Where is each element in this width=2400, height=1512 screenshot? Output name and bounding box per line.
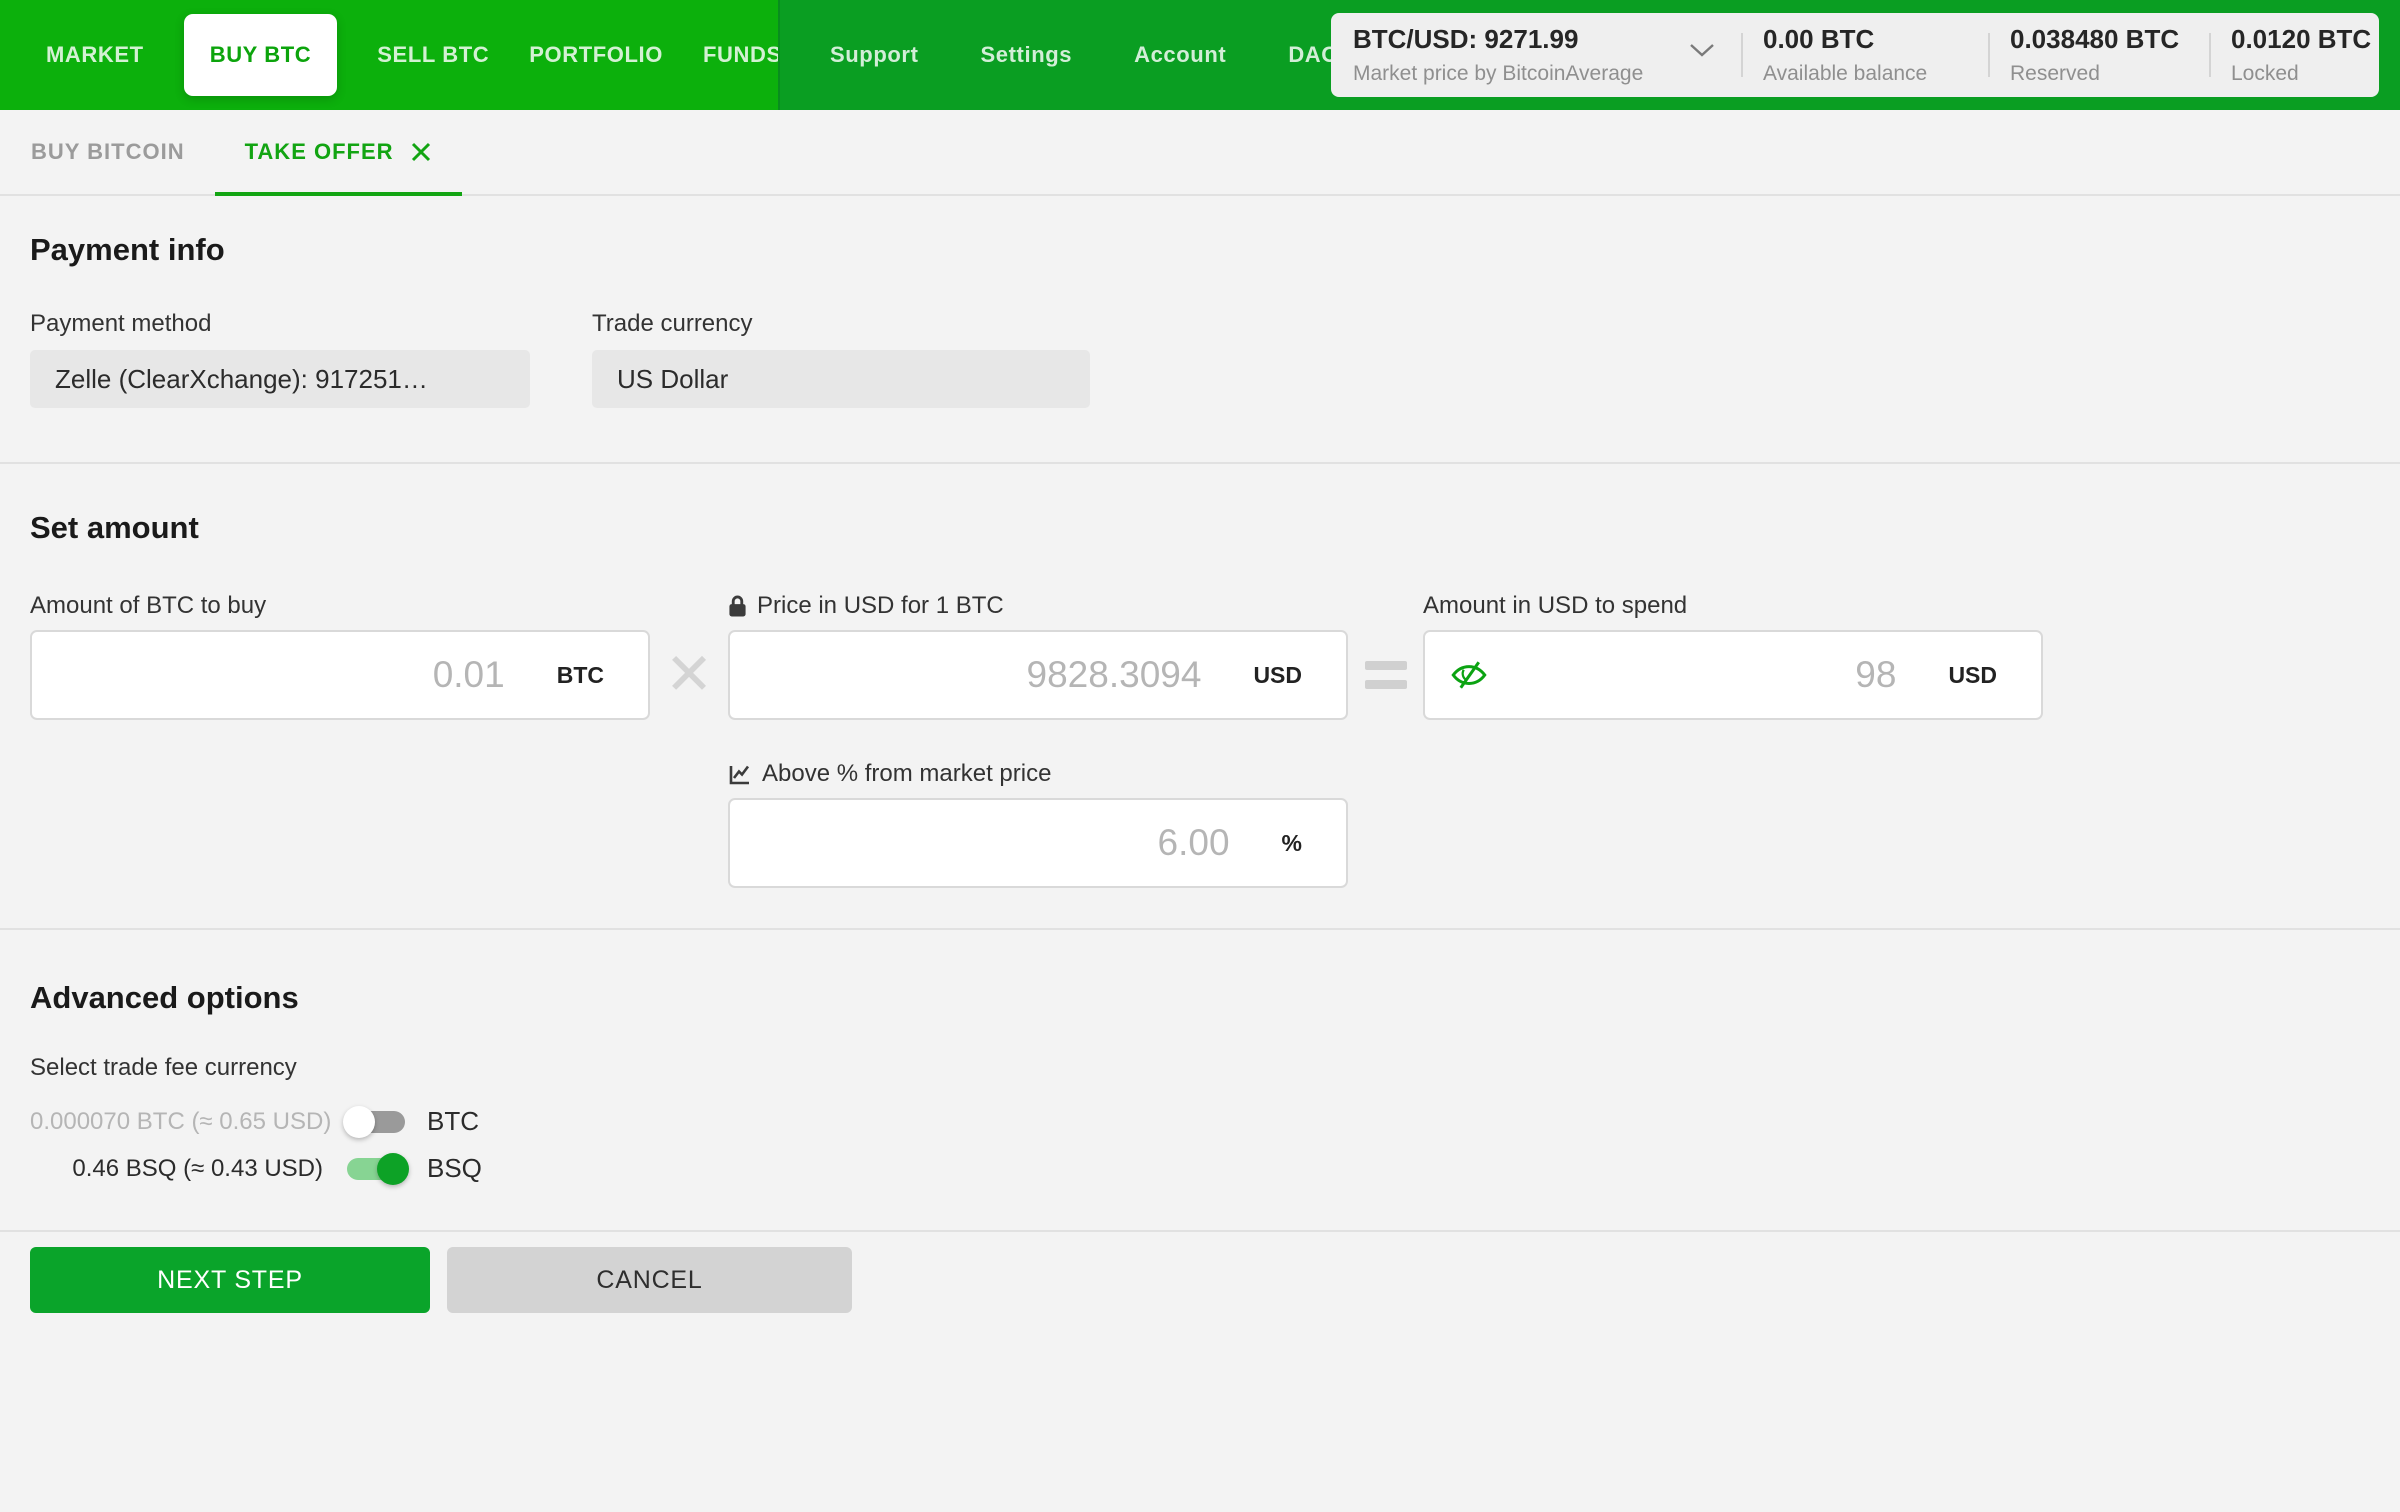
nav-item-settings[interactable]: Settings [981,42,1073,68]
price-inputbox: USD [728,630,1348,720]
nav-item-funds[interactable]: FUNDS [703,42,782,68]
app-window: MARKET BUY BTC SELL BTC PORTFOLIO FUNDS … [0,0,2400,1512]
advanced-options-section: Advanced options Select trade fee curren… [0,930,2400,1230]
nav-item-account[interactable]: Account [1134,42,1226,68]
nav-item-support[interactable]: Support [830,42,919,68]
market-price-and-balances: BTC/USD: 9271.99 Market price by Bitcoin… [1331,13,2379,97]
deviation-label-row: Above % from market price [728,760,2370,788]
advanced-options-title: Advanced options [30,980,2370,1016]
payment-method-label: Payment method [30,310,530,338]
top-nav: MARKET BUY BTC SELL BTC PORTFOLIO FUNDS … [0,0,2400,110]
btc-amount-input[interactable] [58,654,505,696]
toggle-knob [377,1153,409,1185]
eye-off-icon [1451,659,1487,691]
btc-amount-suffix: BTC [557,662,604,689]
fee-btc-currency-label: BTC [427,1106,479,1137]
market-price-selector[interactable]: BTC/USD: 9271.99 Market price by Bitcoin… [1331,13,1741,97]
deviation-label: Above % from market price [762,760,1051,788]
trade-fee-currency-label: Select trade fee currency [30,1054,2370,1082]
cancel-button[interactable]: CANCEL [447,1247,852,1313]
payment-method-field: Payment method Zelle (ClearXchange): 917… [30,310,530,408]
price-label: Price in USD for 1 BTC [757,592,1004,620]
trade-currency-label: Trade currency [592,310,1090,338]
fee-btc-amount: 0.000070 BTC (≈ 0.65 USD) [30,1108,323,1136]
action-button-row: NEXT STEP CANCEL [0,1247,2400,1313]
available-balance-label: Available balance [1763,62,1988,86]
fee-toggle-bsq[interactable] [347,1158,405,1180]
nav-secondary-section: Support Settings Account DAO BTC/USD: 92… [778,0,2400,110]
chevron-down-icon [1689,43,1715,58]
payment-method-value: Zelle (ClearXchange): 917251… [30,350,530,408]
nav-main-section: MARKET BUY BTC SELL BTC PORTFOLIO FUNDS [0,0,778,110]
price-label-row: Price in USD for 1 BTC [728,592,1348,620]
payment-info-title: Payment info [30,232,2370,268]
reserved-balance-value: 0.038480 BTC [2010,24,2209,55]
deviation-input[interactable] [756,822,1230,864]
spend-input[interactable] [1497,654,1896,696]
price-deviation-field: Above % from market price % [728,760,2370,888]
reserved-balance-label: Reserved [2010,62,2209,86]
market-price-pair: BTC/USD: 9271.99 [1353,24,1741,55]
price-input[interactable] [756,654,1201,696]
price-suffix: USD [1253,662,1302,689]
spend-inputbox: USD [1423,630,2043,720]
nav-item-buy-btc-label: BUY BTC [210,42,312,68]
payment-info-section: Payment info Payment method Zelle (Clear… [0,196,2400,462]
multiply-icon: ✕ [665,646,714,704]
deviation-suffix: % [1282,830,1302,857]
locked-balance-label: Locked [2231,62,2379,86]
fee-option-btc-row: 0.000070 BTC (≈ 0.65 USD) BTC [30,1106,2370,1137]
nav-item-sell-btc[interactable]: SELL BTC [377,42,489,68]
lock-icon [728,594,747,618]
equals-icon [1348,661,1423,689]
section-divider [0,1230,2400,1232]
btc-amount-inputbox: BTC [30,630,650,720]
nav-item-portfolio[interactable]: PORTFOLIO [529,42,663,68]
fee-bsq-amount: 0.46 BSQ (≈ 0.43 USD) [30,1155,323,1183]
chart-icon [728,762,752,786]
btc-amount-label: Amount of BTC to buy [30,592,650,620]
fee-toggle-btc[interactable] [347,1111,405,1133]
set-amount-title: Set amount [30,510,2370,546]
available-balance-cell: 0.00 BTC Available balance [1741,13,1988,97]
sub-tab-bar: BUY BITCOIN TAKE OFFER [0,110,2400,196]
tab-take-offer-label: TAKE OFFER [245,139,394,165]
locked-balance-value: 0.0120 BTC [2231,24,2379,55]
set-amount-section: Set amount Amount of BTC to buy Price in… [0,464,2400,928]
tab-buy-bitcoin[interactable]: BUY BITCOIN [31,139,185,165]
nav-item-market[interactable]: MARKET [46,42,144,68]
spend-suffix: USD [1948,662,1997,689]
spend-label: Amount in USD to spend [1423,592,2043,620]
reserved-balance-cell: 0.038480 BTC Reserved [1988,13,2209,97]
trade-currency-field: Trade currency US Dollar [592,310,1090,408]
active-tab-underline [215,192,462,196]
locked-balance-cell: 0.0120 BTC Locked [2209,13,2379,97]
deviation-inputbox: % [728,798,1348,888]
close-icon[interactable] [410,141,432,163]
next-step-button[interactable]: NEXT STEP [30,1247,430,1313]
toggle-knob [343,1106,375,1138]
nav-item-buy-btc-active[interactable]: BUY BTC [184,14,338,96]
fee-bsq-currency-label: BSQ [427,1153,482,1184]
trade-currency-value: US Dollar [592,350,1090,408]
available-balance-value: 0.00 BTC [1763,24,1988,55]
tab-take-offer[interactable]: TAKE OFFER [215,110,462,194]
fee-option-bsq-row: 0.46 BSQ (≈ 0.43 USD) BSQ [30,1153,2370,1184]
market-price-source: Market price by BitcoinAverage [1353,62,1741,86]
